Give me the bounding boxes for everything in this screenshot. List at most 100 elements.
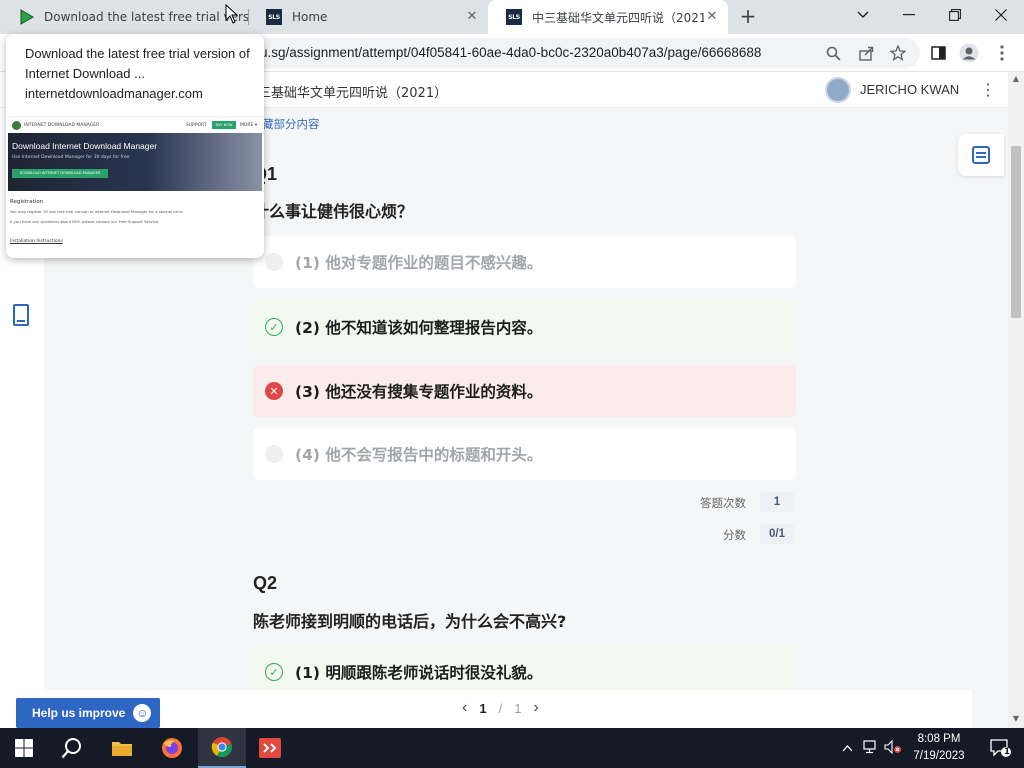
- hover-card-preview: INTERNET DOWNLOAD MANAGER SUPPORT MORE ▾…: [6, 116, 264, 258]
- notes-icon: [972, 146, 990, 164]
- idm-logo-icon: [12, 120, 21, 130]
- check-circle-icon: ✓: [265, 663, 283, 681]
- clock-date: 7/19/2023: [913, 750, 965, 762]
- clock-time: 8:08 PM: [917, 733, 961, 745]
- option-label: (4) 他不会写报告中的标题和开头。: [295, 446, 543, 464]
- mouse-cursor-icon: [225, 4, 239, 24]
- tab-idm-download[interactable]: Download the latest free trial version o…: [0, 0, 248, 34]
- firefox-icon[interactable]: [148, 728, 196, 768]
- more-options-icon[interactable]: ⋮: [980, 80, 996, 100]
- score-value: 0/1: [760, 524, 794, 544]
- system-tray: [838, 728, 904, 768]
- preview-hero-title: Download Internet Download Manager: [12, 141, 158, 151]
- remote-app-icon[interactable]: [246, 728, 294, 768]
- preview-more: MORE ▾: [240, 122, 258, 128]
- minimize-button[interactable]: [886, 0, 932, 30]
- new-tab-button[interactable]: +: [736, 5, 760, 29]
- preview-hero-subtitle: Use Internet Download Manager for 30 day…: [12, 155, 130, 160]
- browser-menu-icon[interactable]: [990, 41, 1014, 65]
- x-circle-icon: ✕: [265, 382, 283, 400]
- option-label: (2) 他不知道该如何整理报告内容。: [295, 319, 543, 337]
- hover-card-domain: internetdownloadmanager.com: [25, 86, 203, 101]
- side-panel-icon[interactable]: [926, 41, 950, 65]
- tab-title: Home: [292, 10, 328, 24]
- help-button-label: Help us improve: [32, 706, 126, 720]
- profile-avatar-icon[interactable]: [957, 41, 981, 65]
- hover-card-title: Download the latest free trial version o…: [25, 46, 250, 81]
- radio-icon: [265, 445, 283, 463]
- tab-title: 中三基础华文单元四听说（2021）: [532, 10, 704, 25]
- windows-taskbar: 8:08 PM 7/19/2023 1: [0, 728, 1024, 768]
- answer-option[interactable]: (4) 他不会写报告中的标题和开头。: [253, 428, 796, 480]
- scrollbar-thumb[interactable]: [1011, 146, 1021, 318]
- share-icon[interactable]: [854, 41, 878, 65]
- close-tab-icon[interactable]: ✕: [704, 9, 720, 25]
- idm-play-icon: [20, 9, 34, 25]
- preview-text-line: If you have any questions about IDM, ple…: [10, 219, 160, 224]
- assignment-title: 三基础华文单元四听说（2021）: [258, 86, 448, 101]
- tab-search-chevron-icon[interactable]: [840, 0, 886, 30]
- tab-home[interactable]: SLS Home ✕: [248, 0, 488, 34]
- notes-button[interactable]: [958, 134, 1004, 176]
- hide-content-link[interactable]: 藏部分内容: [262, 116, 320, 132]
- preview-buy-button: BUY NOW: [212, 121, 236, 129]
- preview-download-button: DOWNLOAD INTERNET DOWNLOAD MANAGER: [12, 169, 108, 178]
- scroll-down-arrow-icon[interactable]: ▼: [1011, 714, 1021, 724]
- scroll-up-arrow-icon[interactable]: ▲: [1011, 74, 1021, 84]
- taskbar-clock[interactable]: 8:08 PM 7/19/2023: [905, 731, 973, 765]
- bookmark-star-icon[interactable]: [886, 41, 910, 65]
- preview-hero: Download Internet Download Manager Use I…: [8, 133, 262, 191]
- answer-option[interactable]: (1) 他对专题作业的题目不感兴趣。: [253, 236, 796, 288]
- option-label: (3) 他还没有搜集专题作业的资料。: [295, 383, 543, 401]
- windows-start-icon[interactable]: [0, 728, 48, 768]
- tab-hover-card: Download the latest free trial version o…: [6, 34, 264, 258]
- radio-icon: [265, 253, 283, 271]
- file-explorer-icon[interactable]: [98, 728, 146, 768]
- preview-brand: INTERNET DOWNLOAD MANAGER: [24, 122, 100, 128]
- chevron-left-icon[interactable]: ‹: [462, 699, 467, 717]
- preview-registration-heading: Registration: [10, 199, 44, 205]
- preview-text-line: You may register 30 day free trial versi…: [10, 209, 184, 214]
- option-label: (1) 他对专题作业的题目不感兴趣。: [295, 254, 543, 272]
- browser-tab-strip: Download the latest free trial version o…: [0, 0, 1024, 34]
- answer-option-wrong[interactable]: ✕ (3) 他还没有搜集专题作业的资料。: [253, 365, 796, 417]
- show-hidden-icons-icon[interactable]: [838, 741, 856, 755]
- check-circle-icon: ✓: [265, 318, 283, 336]
- score-label: 分数: [723, 528, 746, 542]
- address-bar[interactable]: u.sg/assignment/attempt/04f05841-60ae-4d…: [250, 38, 920, 68]
- preview-support: SUPPORT: [186, 122, 207, 128]
- network-icon[interactable]: [860, 739, 882, 757]
- attempts-value: 1: [760, 492, 794, 512]
- total-pages: 1: [514, 700, 522, 716]
- pager: ‹ 1 / 1 ›: [462, 696, 539, 720]
- tab-assignment[interactable]: SLS 中三基础华文单元四听说（2021） ✕: [488, 0, 728, 34]
- chevron-right-icon[interactable]: ›: [533, 699, 538, 717]
- chrome-icon[interactable]: [198, 728, 246, 768]
- preview-install-link: Installation Instructions: [10, 239, 63, 244]
- page-separator: /: [498, 700, 503, 716]
- search-icon[interactable]: [48, 728, 96, 768]
- question-number: Q2: [253, 573, 278, 593]
- option-label: (1) 明顺跟陈老师说话时很没礼貌。: [295, 664, 543, 682]
- book-icon[interactable]: [13, 304, 29, 326]
- close-tab-icon[interactable]: ✕: [464, 9, 480, 25]
- user-avatar[interactable]: [825, 77, 851, 103]
- zoom-search-icon[interactable]: [821, 41, 845, 65]
- tab-title: Download the latest free trial version o…: [44, 10, 248, 24]
- help-us-improve-button[interactable]: Help us improve ☺: [16, 698, 160, 728]
- notification-count: 1: [1003, 747, 1011, 757]
- restore-button[interactable]: [932, 0, 978, 30]
- user-name[interactable]: JERICHO KWAN: [860, 82, 959, 97]
- answer-option-correct[interactable]: ✓ (2) 他不知道该如何整理报告内容。: [253, 301, 796, 353]
- notification-center-icon[interactable]: 1: [976, 728, 1024, 768]
- current-page: 1: [479, 700, 487, 716]
- volume-muted-icon[interactable]: [882, 739, 904, 757]
- sls-favicon-icon: SLS: [266, 9, 282, 25]
- question-text: 什么事让健伟很心烦？: [253, 202, 414, 221]
- attempts-label: 答题次数: [700, 496, 746, 510]
- smiley-icon: ☺: [133, 704, 152, 722]
- question-text: 陈老师接到明顺的电话后，为什么会不高兴?: [253, 612, 567, 631]
- url-text: u.sg/assignment/attempt/04f05841-60ae-4d…: [260, 45, 762, 60]
- sls-favicon-icon: SLS: [506, 9, 522, 25]
- close-window-button[interactable]: [978, 0, 1024, 30]
